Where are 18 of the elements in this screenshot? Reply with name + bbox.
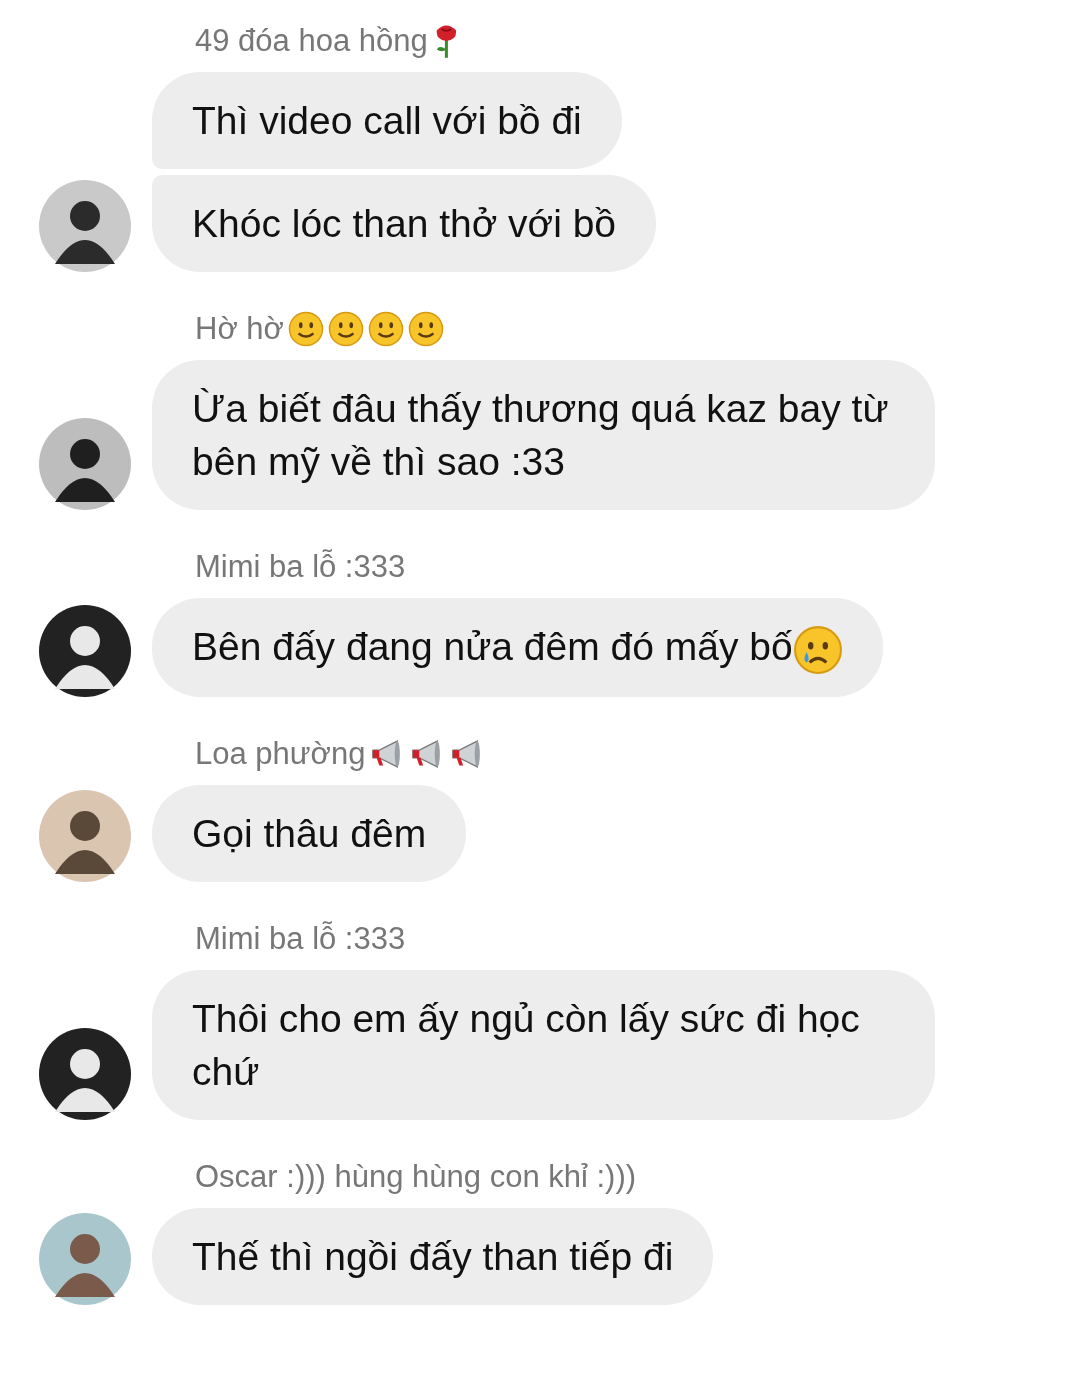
crying-face-icon [792,624,843,675]
sender-name: Oscar :))) hùng hùng con khỉ :))) [195,1157,637,1196]
message-text: Bên đấy đang nửa đêm đó mấy bố [192,625,793,668]
sender-name: Mimi ba lỗ :333 [195,919,406,958]
message-text: Ừa biết đâu thấy thương quá kaz bay từ bên mỹ về thì sao :33 [192,387,889,483]
message-text: Thôi cho em ấy ngủ còn lấy sức đi học chứ [192,996,860,1093]
message-text: Gọi thâu đêm [192,811,427,855]
smiley-icon [407,311,444,347]
sender-name: Hờ hờ [195,310,284,348]
message-text: Thì video call với bồ đi [192,99,582,142]
smiley-icon [327,311,364,347]
smiley-icon [287,311,324,347]
smiley-icon [367,311,404,347]
sender-name: Mimi ba lỗ :333 [195,548,406,586]
message-text: Khóc lóc than thở với bồ [192,202,617,245]
sender-name: 49 đóa hoa hồng [195,22,428,60]
message-text: Thế thì ngồi đấy than tiếp đi [192,1234,674,1278]
sender-name: Loa phường [195,734,366,773]
